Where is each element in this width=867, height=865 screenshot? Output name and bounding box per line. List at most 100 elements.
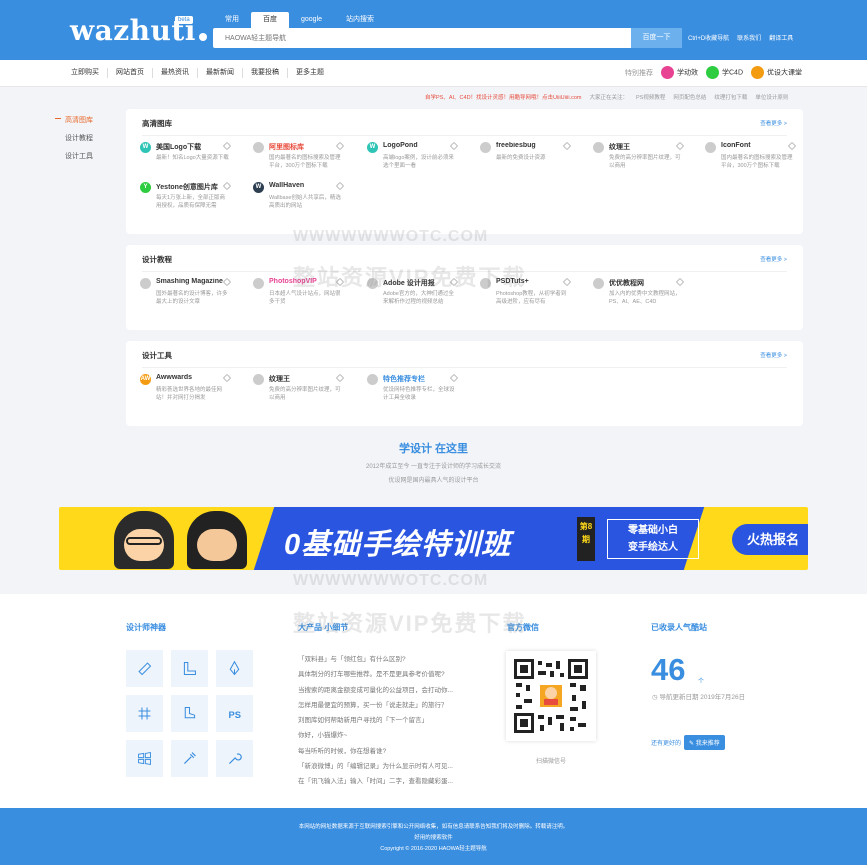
sidebar-item-tools[interactable]: 设计工具 (55, 151, 93, 161)
search-tab-common[interactable]: 常用 (213, 12, 251, 28)
site-name[interactable]: 特色推荐专栏 (383, 374, 451, 384)
site-name[interactable]: PSDTuts+ (496, 278, 564, 285)
wrench-tool[interactable] (216, 740, 253, 777)
nav-item-submit[interactable]: 我要投稿 (243, 68, 288, 78)
translate-link[interactable]: 翻译工具 (769, 33, 793, 42)
marquee-link[interactable]: 网页配色总结 (673, 93, 706, 101)
nav-item-hot[interactable]: 最热资讯 (153, 68, 198, 78)
recommend-label: 特别推荐 (625, 69, 653, 77)
site-name[interactable]: 美国Logo下载 (156, 142, 224, 152)
news-item[interactable]: 当搜索的距离金额变成可量化的公益项目，会打动你... (298, 683, 453, 698)
news-item[interactable]: 在「讯飞输入法」输入「时间」二字，查看隐藏彩蛋... (298, 774, 453, 789)
link-icon[interactable] (449, 141, 459, 151)
link-icon[interactable] (562, 277, 572, 287)
link-icon[interactable] (222, 181, 232, 191)
link-icon[interactable] (335, 373, 345, 383)
more-link[interactable]: 查看更多 > (760, 351, 787, 359)
windows-tool[interactable] (126, 740, 163, 777)
link-icon[interactable] (675, 141, 685, 151)
footer-copyright: Copyright © 2016-2020 HAOWA轻主题导航 (380, 846, 487, 852)
site-name[interactable]: IconFont (721, 142, 789, 149)
site-name[interactable]: Yestone创意图片库 (156, 182, 224, 192)
marquee-hot-link[interactable]: 自学PS、AI、C4D！找设计灵感！用酷导网哦！点击UiiiUiiii.com (425, 93, 581, 101)
news-item[interactable]: 具体制分的打车哪些推荐。是不是更具参考价值呢? (298, 667, 453, 682)
nav-item-news[interactable]: 最新新闻 (198, 68, 243, 78)
recommend-item-motion[interactable]: 学动效 (661, 66, 698, 79)
promo-banner[interactable]: 0基础手绘特训班 第8期 零基础小白 变手绘达人 火热报名 (59, 507, 808, 570)
more-link[interactable]: 查看更多 > (760, 255, 787, 263)
site-name[interactable]: Awwwards (156, 374, 224, 381)
link-icon[interactable] (335, 181, 345, 191)
site-logo-icon (253, 374, 264, 385)
link-icon[interactable] (562, 141, 572, 151)
site-description: 每天1万张上新，全部正版商用授权，品质有保障无需 (156, 195, 226, 209)
site-name[interactable]: freebiesbug (496, 142, 564, 149)
more-link[interactable]: 查看更多 > (760, 119, 787, 127)
recommend-item-class[interactable]: 优设大课堂 (751, 66, 802, 79)
marquee-link[interactable]: 单位设计原则 (755, 93, 788, 101)
ps-tool[interactable]: PS (216, 695, 253, 732)
recommend-row: 还有更好的 ✎ 我来推荐 (651, 735, 725, 750)
card-gallery: 高清图库 查看更多 > W 美国Logo下载 最新！知名Logo大量资源下载 阿里图标… (126, 109, 803, 234)
sidebar-item-tutorial[interactable]: 设计教程 (55, 133, 93, 143)
site-name[interactable]: 纹理王 (269, 374, 337, 384)
card-title: 设计工具 (142, 351, 172, 360)
search-tab-site[interactable]: 站内搜索 (334, 12, 386, 28)
site-logo-icon (253, 278, 264, 289)
site-name[interactable]: Smashing Magazine (156, 278, 224, 285)
bookmark-link[interactable]: Ctrl+D收藏导航 (688, 33, 729, 42)
link-icon[interactable] (222, 373, 232, 383)
marquee-link[interactable]: PS视频教程 (636, 93, 665, 101)
news-item[interactable]: 每当听听的时候，你在想着谁? (298, 744, 453, 759)
site-name[interactable]: 优优教程网 (609, 278, 677, 288)
site-name[interactable]: WallHaven (269, 182, 337, 189)
link-icon[interactable] (449, 277, 459, 287)
news-item[interactable]: 刘图库如何帮助新用户寻找的「下一个留言」 (298, 713, 453, 728)
search-tab-baidu[interactable]: 百度 (251, 12, 289, 28)
site-description: 精彩荟选世界各地的最佳网站！并对网打分揭发 (156, 387, 223, 401)
nav-item-more[interactable]: 更多主题 (288, 68, 332, 78)
site-name[interactable]: 纹理王 (609, 142, 677, 152)
nav-item-home[interactable]: 网站首页 (108, 68, 153, 78)
boot-tool[interactable] (171, 695, 208, 732)
site-description: 免费的高分辨率图片纹理，可以商用 (269, 387, 341, 401)
search-tab-google[interactable]: google (289, 12, 334, 28)
search-tabs: 常用 百度 google 站内搜索 (213, 12, 386, 28)
news-item[interactable]: 「新浪微博」的「编辑记录」为什么显示时有人可见... (298, 759, 453, 774)
pen-tool[interactable] (216, 650, 253, 687)
recommend-button[interactable]: ✎ 我来推荐 (684, 735, 725, 750)
recommend-item-c4d[interactable]: 学C4D (706, 66, 743, 79)
beta-badge: beta (175, 16, 193, 24)
banner-signup-button[interactable]: 火热报名 (732, 524, 808, 555)
search-input[interactable] (213, 28, 631, 48)
news-item[interactable]: 「双料县」与「领红包」有什么区别? (298, 652, 453, 667)
site-name[interactable]: PhotoshopVIP (269, 278, 337, 285)
link-icon[interactable] (335, 277, 345, 287)
link-icon[interactable] (222, 277, 232, 287)
square-ruler-tool[interactable] (171, 650, 208, 687)
link-icon[interactable] (222, 141, 232, 151)
site-logo-icon (367, 374, 378, 385)
news-item[interactable]: 你好，小猫爆炸~ (298, 728, 453, 743)
dropper-tool[interactable] (171, 740, 208, 777)
marquee-link[interactable]: 纹理打包下载 (714, 93, 747, 101)
card-title: 高清图库 (142, 119, 172, 128)
news-item[interactable]: 怎样用最便宜的预算，买一份「说走就走」的旅行？ (298, 698, 453, 713)
contact-link[interactable]: 联系我们 (737, 33, 761, 42)
site-name[interactable]: LogoPond (383, 142, 451, 149)
footer-link[interactable]: 好用的搜索软件 (0, 833, 867, 844)
site-name[interactable]: 阿里图标库 (269, 142, 337, 152)
link-icon[interactable] (787, 141, 797, 151)
nav-item-buy[interactable]: 立即购买 (63, 68, 108, 78)
sidebar-item-gallery[interactable]: 高清图库 (55, 115, 93, 125)
link-icon[interactable] (675, 277, 685, 287)
search-button[interactable]: 百度一下 (631, 28, 682, 48)
site-name[interactable]: Adobe 设计用报 (383, 278, 451, 288)
ruler-tool[interactable] (126, 650, 163, 687)
windows-icon (138, 751, 151, 766)
link-icon[interactable] (449, 373, 459, 383)
recommend-item-label: 学动效 (677, 69, 698, 77)
nav-items: 立即购买 网站首页 最热资讯 最新新闻 我要投稿 更多主题 (63, 60, 332, 78)
link-icon[interactable] (335, 141, 345, 151)
grid-tool[interactable] (126, 695, 163, 732)
